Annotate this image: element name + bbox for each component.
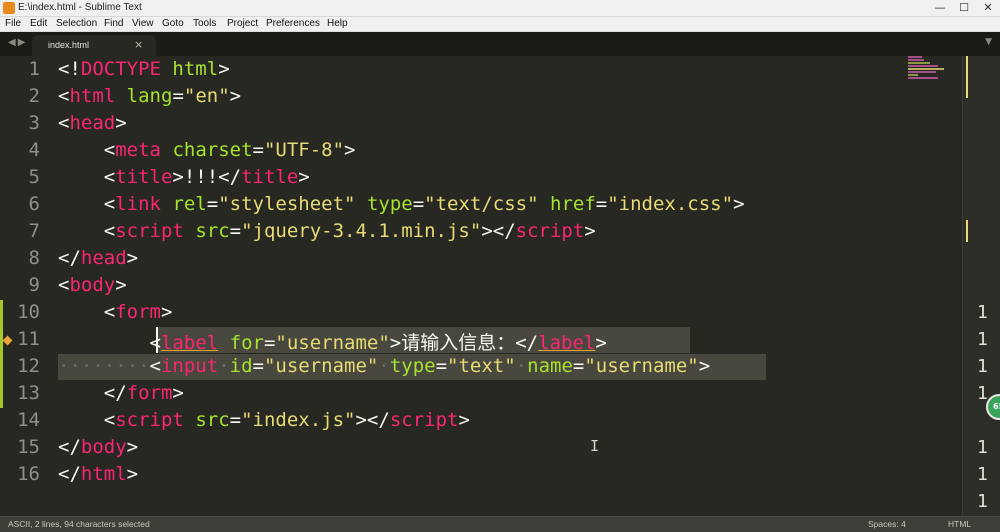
code-line: ········<input·id="username"·type="text"… xyxy=(58,355,711,377)
mouse-ibeam-icon: I xyxy=(590,437,600,455)
line-number: 3 xyxy=(28,112,40,134)
menu-file[interactable]: File xyxy=(5,17,21,31)
menu-project[interactable]: Project xyxy=(227,17,258,31)
code-line: <link rel="stylesheet" type="text/css" h… xyxy=(103,193,745,215)
code-line: <html lang="en"> xyxy=(58,85,242,107)
menu-bar: File Edit Selection Find View Goto Tools… xyxy=(0,17,1000,32)
sublime-app-icon xyxy=(3,2,15,14)
code-line: <title>!!!</title> xyxy=(103,166,310,188)
menu-selection[interactable]: Selection xyxy=(56,17,97,31)
line-number: 2 xyxy=(28,85,40,107)
panel-number: 1 xyxy=(977,302,988,323)
line-number: 14 xyxy=(17,409,40,431)
tab-bar: ◀▶ index.html × ▼ xyxy=(0,32,1000,56)
code-line: </form> xyxy=(103,382,184,404)
scroll-marker xyxy=(966,220,968,242)
line-number: 1 xyxy=(28,58,40,80)
line-number: 15 xyxy=(17,436,40,458)
window-title: E:\index.html - Sublime Text xyxy=(18,2,142,13)
menu-find[interactable]: Find xyxy=(104,17,123,31)
code-line: </head> xyxy=(58,247,139,269)
menu-goto[interactable]: Goto xyxy=(162,17,184,31)
text-cursor xyxy=(156,327,158,353)
maximize-button[interactable]: ☐ xyxy=(952,0,976,16)
tab-label: index.html xyxy=(48,40,90,50)
title-bar: E:\index.html - Sublime Text — ☐ ✕ xyxy=(0,0,1000,17)
menu-preferences[interactable]: Preferences xyxy=(266,17,320,31)
panel-number: 1 xyxy=(977,356,988,377)
line-number: 8 xyxy=(28,247,40,269)
code-editor[interactable]: 1 2 3 4 5 6 7 8 9 10 11 12 13 14 15 16 <… xyxy=(0,56,962,516)
code-line: </body> xyxy=(58,436,139,458)
panel-number: 1 xyxy=(977,329,988,350)
code-line: <body> xyxy=(58,274,127,296)
tab-index-html[interactable]: index.html × xyxy=(32,35,156,56)
line-number: 4 xyxy=(28,139,40,161)
line-number: 5 xyxy=(28,166,40,188)
code-line: </html> xyxy=(58,463,139,485)
close-window-button[interactable]: ✕ xyxy=(976,0,1000,16)
menu-view[interactable]: View xyxy=(132,17,154,31)
tab-dropdown-icon[interactable]: ▼ xyxy=(985,37,992,47)
line-number: 16 xyxy=(17,463,40,485)
syntax-selector[interactable]: HTML xyxy=(948,519,971,529)
menu-tools[interactable]: Tools xyxy=(193,17,216,31)
code-line: <!DOCTYPE html> xyxy=(58,58,230,80)
tab-close-icon[interactable]: × xyxy=(134,38,143,51)
minimap[interactable] xyxy=(902,56,957,96)
line-number: 13 xyxy=(17,382,40,404)
line-number: 10 xyxy=(17,301,40,323)
code-line: <head> xyxy=(58,112,127,134)
scroll-marker xyxy=(966,56,968,98)
code-line: <script src="index.js"></script> xyxy=(103,409,470,431)
code-line: <label for="username">请输入信息：</label> xyxy=(150,332,607,354)
right-panel: 1 1 1 1 1 1 1 xyxy=(962,56,1000,516)
line-number: 6 xyxy=(28,193,40,215)
line-number: 12 xyxy=(17,355,40,377)
panel-number: 1 xyxy=(977,437,988,458)
status-bar: ASCII, 2 lines, 94 characters selected S… xyxy=(0,516,1000,532)
minimize-button[interactable]: — xyxy=(928,0,952,16)
selection-status: ASCII, 2 lines, 94 characters selected xyxy=(8,519,150,529)
tab-nav-arrows-icon[interactable]: ◀▶ xyxy=(8,37,27,48)
line-number: 7 xyxy=(28,220,40,242)
code-line: <form> xyxy=(103,301,173,323)
indentation-selector[interactable]: Spaces: 4 xyxy=(868,519,906,529)
menu-help[interactable]: Help xyxy=(327,17,348,31)
code-line: <meta charset="UTF-8"> xyxy=(103,139,356,161)
code-line: <script src="jquery-3.4.1.min.js"></scri… xyxy=(103,220,596,242)
panel-number: 1 xyxy=(977,491,988,512)
panel-number: 1 xyxy=(977,464,988,485)
line-number: 9 xyxy=(28,274,40,296)
menu-edit[interactable]: Edit xyxy=(30,17,47,31)
